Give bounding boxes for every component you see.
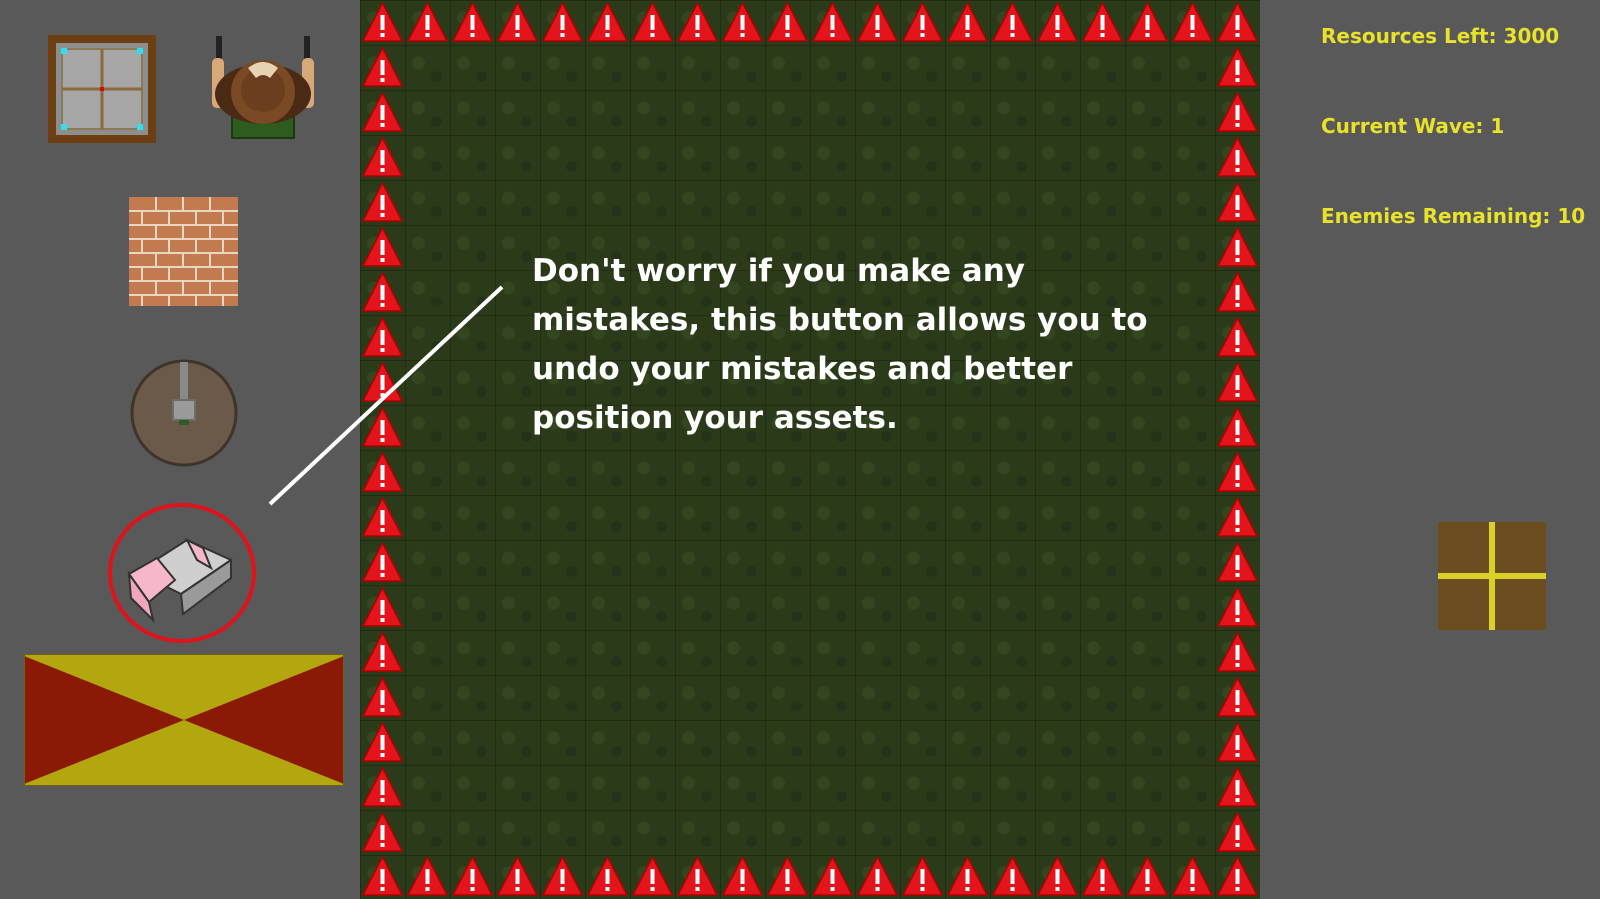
- warning-sign-icon: [1215, 630, 1260, 675]
- hourglass-flag-icon: [23, 653, 345, 787]
- warning-sign-icon: [720, 0, 765, 45]
- warning-sign-icon: [360, 810, 405, 855]
- tutorial-message: Don't worry if you make any mistakes, th…: [532, 253, 1148, 436]
- warning-sign-icon: [1080, 0, 1125, 45]
- crosshair-icon: [1438, 522, 1546, 630]
- enemies-remaining-label: Enemies Remaining: 10: [1321, 204, 1586, 228]
- warning-sign-icon: [585, 0, 630, 45]
- warning-sign-icon: [1215, 180, 1260, 225]
- warning-sign-icon: [360, 90, 405, 135]
- warning-sign-icon: [630, 0, 675, 45]
- warning-sign-icon: [360, 180, 405, 225]
- warning-sign-icon: [360, 765, 405, 810]
- resources-left-label: Resources Left: 3000: [1321, 24, 1560, 48]
- brick-wall-icon: [129, 197, 238, 306]
- warning-sign-icon: [675, 854, 720, 899]
- warning-sign-icon: [1170, 854, 1215, 899]
- warning-sign-icon: [855, 854, 900, 899]
- warning-sign-icon: [990, 0, 1035, 45]
- warning-sign-icon: [1080, 854, 1125, 899]
- warning-sign-icon: [360, 854, 405, 899]
- warning-sign-icon: [1215, 765, 1260, 810]
- warning-sign-icon: [360, 630, 405, 675]
- battlefield-grid[interactable]: [360, 0, 1260, 899]
- warning-sign-icon: [405, 0, 450, 45]
- warning-sign-icon: [990, 854, 1035, 899]
- warning-sign-icon: [1215, 315, 1260, 360]
- warning-sign-icon: [360, 360, 405, 405]
- warning-sign-icon: [450, 0, 495, 45]
- warning-sign-icon: [1215, 360, 1260, 405]
- warning-sign-icon: [360, 0, 405, 45]
- warning-sign-icon: [360, 675, 405, 720]
- warning-sign-icon: [540, 854, 585, 899]
- warning-sign-icon: [495, 854, 540, 899]
- warning-sign-icon: [360, 135, 405, 180]
- warning-sign-icon: [360, 270, 405, 315]
- window-frame-icon: [48, 35, 156, 143]
- warning-sign-icon: [1215, 585, 1260, 630]
- warning-sign-icon: [360, 585, 405, 630]
- warning-sign-icon: [720, 854, 765, 899]
- warning-sign-icon: [585, 854, 630, 899]
- warning-sign-icon: [675, 0, 720, 45]
- warning-sign-icon: [765, 854, 810, 899]
- move-crosshair-button[interactable]: [1438, 522, 1546, 630]
- warning-sign-icon: [1215, 854, 1260, 899]
- warning-sign-icon: [855, 0, 900, 45]
- warning-sign-icon: [540, 0, 585, 45]
- warning-sign-icon: [1215, 135, 1260, 180]
- warning-sign-icon: [900, 854, 945, 899]
- warning-sign-icon: [1215, 225, 1260, 270]
- eraser-icon: [127, 537, 234, 624]
- turret-tool[interactable]: [129, 358, 239, 468]
- warning-sign-icon: [360, 225, 405, 270]
- warning-sign-icon: [1035, 0, 1080, 45]
- warning-sign-icon: [765, 0, 810, 45]
- warning-sign-icon: [360, 720, 405, 765]
- start-wave-button[interactable]: [23, 653, 345, 787]
- warning-sign-icon: [1215, 405, 1260, 450]
- warning-sign-icon: [1125, 0, 1170, 45]
- warning-sign-icon: [1215, 720, 1260, 765]
- warning-sign-icon: [495, 0, 540, 45]
- warning-sign-icon: [1215, 810, 1260, 855]
- warning-sign-icon: [360, 315, 405, 360]
- warning-sign-icon: [1125, 854, 1170, 899]
- warning-sign-icon: [1215, 540, 1260, 585]
- warning-sign-icon: [945, 854, 990, 899]
- warning-sign-icon: [1035, 854, 1080, 899]
- current-wave-label: Current Wave: 1: [1321, 114, 1505, 138]
- warning-sign-icon: [1215, 45, 1260, 90]
- soldier-unit-tool[interactable]: [208, 34, 320, 144]
- warning-sign-icon: [405, 854, 450, 899]
- soldier-icon: [212, 36, 314, 139]
- window-frame-tool[interactable]: [48, 35, 156, 143]
- warning-sign-icon: [360, 495, 405, 540]
- warning-sign-icon: [810, 0, 855, 45]
- warning-sign-icon: [1215, 270, 1260, 315]
- eraser-button[interactable]: [107, 502, 257, 644]
- warning-sign-icon: [630, 854, 675, 899]
- warning-sign-icon: [1215, 0, 1260, 45]
- warning-sign-icon: [360, 450, 405, 495]
- warning-sign-icon: [945, 0, 990, 45]
- warning-sign-icon: [900, 0, 945, 45]
- warning-sign-icon: [810, 854, 855, 899]
- brick-wall-tool[interactable]: [129, 197, 238, 306]
- warning-sign-icon: [1215, 90, 1260, 135]
- warning-sign-icon: [360, 45, 405, 90]
- warning-sign-icon: [1215, 495, 1260, 540]
- warning-sign-icon: [1215, 450, 1260, 495]
- warning-sign-icon: [1170, 0, 1215, 45]
- warning-sign-icon: [450, 854, 495, 899]
- warning-sign-icon: [360, 405, 405, 450]
- warning-sign-icon: [360, 540, 405, 585]
- warning-sign-icon: [1215, 675, 1260, 720]
- turret-icon: [130, 359, 238, 467]
